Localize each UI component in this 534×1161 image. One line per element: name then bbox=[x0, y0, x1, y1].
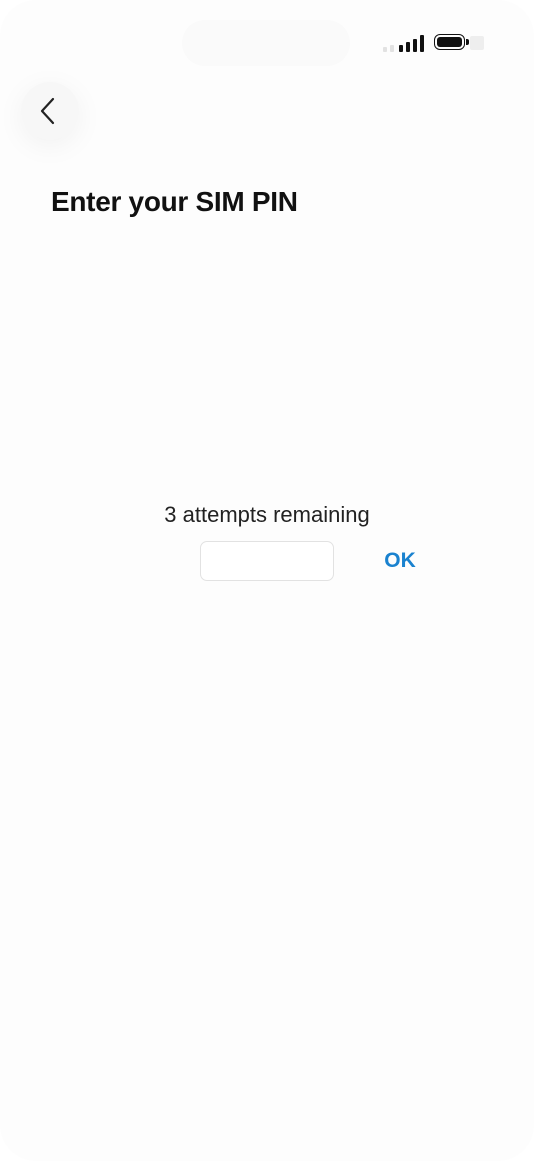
back-button[interactable] bbox=[21, 82, 79, 140]
chevron-left-icon bbox=[40, 97, 55, 125]
sim-pin-screen: Enter your SIM PIN 3 attempts remaining … bbox=[0, 0, 534, 1161]
cellular-signal-icon bbox=[383, 34, 427, 52]
battery-icon bbox=[434, 34, 470, 52]
page-title: Enter your SIM PIN bbox=[51, 186, 298, 217]
attempts-remaining-text: 3 attempts remaining bbox=[164, 502, 370, 527]
status-indicator bbox=[470, 36, 484, 50]
camera-notch bbox=[182, 20, 350, 66]
sim-pin-input[interactable] bbox=[200, 541, 334, 581]
status-bar bbox=[0, 0, 534, 70]
ok-button[interactable]: OK bbox=[372, 545, 428, 577]
battery-level-fill bbox=[437, 37, 462, 47]
